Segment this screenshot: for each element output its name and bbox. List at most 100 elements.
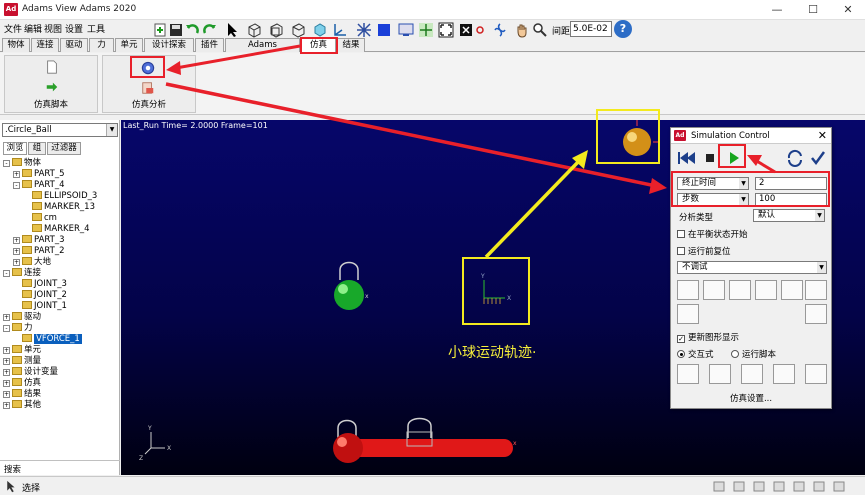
expand-icon[interactable]: + (3, 358, 10, 365)
redo-icon[interactable] (202, 22, 218, 38)
collapse-icon[interactable]: - (13, 182, 20, 189)
linear-icon[interactable] (805, 304, 827, 324)
menu-tools[interactable]: 工具 (87, 22, 105, 35)
tree-item[interactable]: -力 (3, 323, 33, 334)
tree-item[interactable]: - 物体 (3, 158, 41, 169)
tree-item[interactable]: JOINT_2 (13, 290, 67, 301)
fit-view-icon[interactable] (438, 22, 454, 38)
shaded-cube-icon[interactable] (312, 22, 328, 38)
tree-item[interactable]: + PART_5 (13, 169, 65, 180)
subtab-groups[interactable]: 组 (28, 142, 46, 155)
collapse-icon[interactable]: - (3, 270, 10, 277)
parameter-icon[interactable] (781, 280, 803, 300)
animation-icon[interactable] (741, 364, 763, 384)
tab-forces[interactable]: 力 (89, 38, 114, 52)
collapse-icon[interactable]: - (3, 325, 10, 332)
tree-item[interactable]: + 设计变量 (3, 367, 58, 378)
run-script-icon[interactable] (45, 80, 59, 94)
new-icon[interactable] (152, 22, 168, 38)
tree-item[interactable]: JOINT_3 (13, 279, 67, 290)
expand-icon[interactable]: + (3, 380, 10, 387)
analysis-type-select[interactable]: 默认 ▼ (753, 209, 825, 222)
expand-icon[interactable]: + (3, 391, 10, 398)
rotate-icon[interactable] (492, 22, 508, 38)
front-view-icon[interactable] (268, 22, 284, 38)
tree-item[interactable]: + 其他 (3, 400, 41, 411)
load-results-icon[interactable] (709, 364, 731, 384)
help-icon[interactable]: ? (614, 20, 632, 38)
tree-item[interactable]: + 测量 (3, 356, 41, 367)
green-ball[interactable]: x (334, 261, 369, 311)
reset-icon[interactable] (785, 149, 805, 167)
new-script-icon[interactable] (45, 60, 59, 74)
expand-icon[interactable]: + (13, 259, 20, 266)
tree-item[interactable]: - PART_4 (13, 180, 65, 191)
tree-item[interactable]: + PART_3 (13, 235, 65, 246)
tree-item[interactable]: - 连接 (3, 268, 41, 279)
iso-view-icon[interactable] (246, 22, 262, 38)
sim-dialog-titlebar[interactable]: Ad Simulation Control ✕ (671, 128, 831, 144)
measures-icon[interactable] (773, 364, 795, 384)
center-icon[interactable] (472, 22, 488, 38)
tab-results[interactable]: 结果 (337, 38, 365, 52)
matrix-icon[interactable] (805, 280, 827, 300)
tree-item[interactable]: + 仿真 (3, 378, 41, 389)
tab-design-exploration[interactable]: 设计探索 (144, 38, 194, 52)
script-radio[interactable]: 运行脚本 (731, 348, 776, 360)
simulation-settings-button[interactable]: 仿真设置... (671, 392, 831, 404)
grid-spacing-input[interactable]: 5.0E-02 (570, 21, 612, 37)
tab-plugins[interactable]: 插件 (195, 38, 224, 52)
tree-item[interactable]: + 驱动 (3, 312, 41, 323)
tree-item[interactable]: + 结果 (3, 389, 41, 400)
tree-item[interactable]: + PART_2 (13, 246, 65, 257)
expand-icon[interactable]: + (13, 237, 20, 244)
grid-select-icon[interactable] (356, 22, 372, 38)
expand-icon[interactable]: + (13, 171, 20, 178)
red-ball[interactable]: x (333, 417, 517, 464)
menu-file[interactable]: 文件 (4, 22, 22, 35)
tree-item[interactable]: MARKER_4 (23, 224, 90, 235)
menu-settings[interactable]: 设置 (65, 22, 83, 35)
collapse-icon[interactable]: - (3, 160, 10, 167)
stop-icon[interactable] (701, 149, 719, 167)
tab-connectors[interactable]: 连接 (31, 38, 59, 52)
rewind-icon[interactable] (675, 149, 697, 167)
subtab-filters[interactable]: 过滤器 (47, 142, 81, 155)
minimize-button[interactable]: — (760, 0, 794, 20)
sim-close-icon[interactable]: ✕ (818, 129, 827, 142)
hand-icon[interactable] (729, 280, 751, 300)
expand-icon[interactable]: + (3, 402, 10, 409)
nastran-icon[interactable] (677, 304, 699, 324)
postprocessor-icon[interactable] (805, 364, 827, 384)
render-mode-icon[interactable] (376, 22, 392, 38)
subtab-browse[interactable]: 浏览 (3, 142, 27, 155)
tab-adams-machinery[interactable]: Adams Machinery (225, 38, 300, 63)
tree-item[interactable]: ELLIPSOID_3 (23, 191, 97, 202)
sensor-icon[interactable] (677, 280, 699, 300)
pan-hand-icon[interactable] (514, 22, 530, 38)
menu-view[interactable]: 视图 (44, 22, 62, 35)
monitor-icon[interactable] (398, 22, 414, 38)
tab-bodies[interactable]: 物体 (2, 38, 30, 52)
ok-check-icon[interactable] (809, 149, 827, 167)
top-view-icon[interactable] (290, 22, 306, 38)
menu-edit[interactable]: 编辑 (24, 22, 42, 35)
tree-item[interactable]: cm (23, 213, 57, 224)
select-arrow-icon[interactable] (224, 22, 240, 38)
zoom-icon[interactable] (532, 22, 548, 38)
tree-item[interactable]: VFORCE_1 (13, 334, 82, 345)
wrench-icon[interactable] (703, 280, 725, 300)
tree-item[interactable]: + 大地 (13, 257, 51, 268)
undo-icon[interactable] (184, 22, 200, 38)
debug-select[interactable]: 不调试 ▼ (677, 261, 827, 274)
expand-icon[interactable]: + (3, 314, 10, 321)
translate-icon[interactable] (418, 22, 434, 38)
tree-item[interactable]: + 单元 (3, 345, 41, 356)
close-button[interactable]: ✕ (831, 0, 865, 20)
tree-item[interactable]: JOINT_1 (13, 301, 67, 312)
update-graphics-checkbox[interactable]: ✓ 更新图形显示 (677, 331, 739, 343)
maximize-button[interactable]: ☐ (796, 0, 830, 20)
axes-icon[interactable] (332, 22, 348, 38)
expand-icon[interactable]: + (3, 347, 10, 354)
tab-elements[interactable]: 单元 (115, 38, 143, 52)
